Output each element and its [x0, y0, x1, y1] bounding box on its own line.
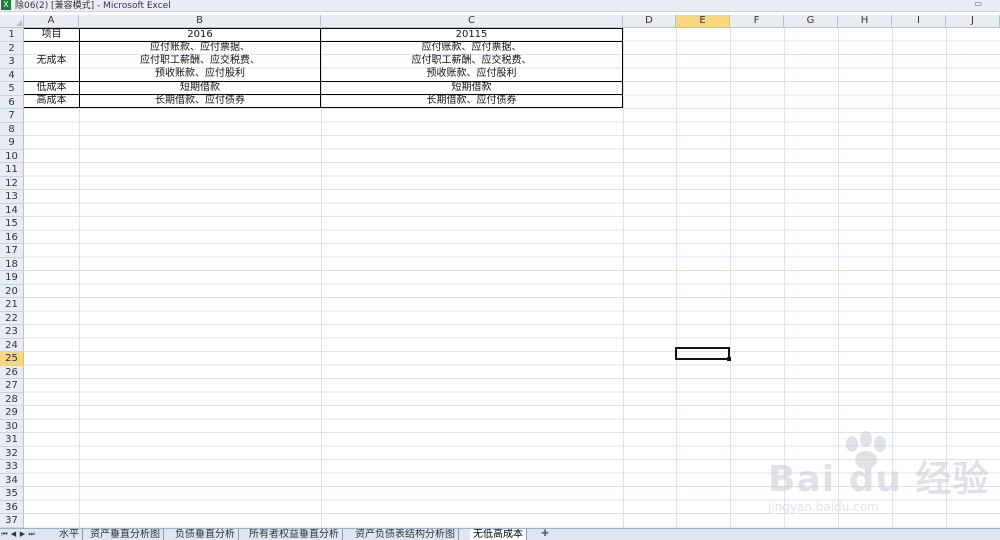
row-header-10[interactable]: 10: [0, 149, 24, 163]
sheet-tab-asset-vertical-chart[interactable]: 资产垂直分析图: [87, 529, 164, 540]
cell-c5[interactable]: 短期借款: [321, 81, 622, 94]
title-bar: X 除06(2) [兼容模式] - Microsoft Excel ▭: [0, 0, 1000, 12]
row-header-29[interactable]: 29: [0, 406, 24, 420]
window-title: 除06(2) [兼容模式] - Microsoft Excel: [15, 1, 171, 11]
cell-a5[interactable]: 低成本: [24, 81, 79, 94]
watermark-brand: Bai du 经验: [768, 459, 990, 500]
row-header-15[interactable]: 15: [0, 217, 24, 231]
column-header-a[interactable]: A: [24, 15, 79, 28]
table-border: [622, 28, 623, 108]
cell-c3[interactable]: 应付职工薪酬、应交税费、: [321, 54, 622, 67]
row-header-8[interactable]: 8: [0, 122, 24, 136]
row-header-16[interactable]: 16: [0, 230, 24, 244]
row-header-23[interactable]: 23: [0, 325, 24, 339]
column-header-d[interactable]: D: [623, 15, 676, 28]
cell-a6[interactable]: 高成本: [24, 94, 79, 107]
row-header-32[interactable]: 32: [0, 446, 24, 460]
cell-b5[interactable]: 短期借款: [80, 81, 320, 94]
cell-a1[interactable]: 项目: [24, 28, 79, 41]
sheet-tab-bar: ⏮ ◀ ▶ ⏭ 水平 资产垂直分析图 负债垂直分析 所有者权益垂直分析 资产负债…: [0, 528, 1000, 540]
row-header-18[interactable]: 18: [0, 257, 24, 271]
baidu-jingyan-watermark: Bai du 经验 jingyan.baidu.com: [768, 431, 989, 522]
cell-b2[interactable]: 应付账款、应付票据、: [80, 41, 320, 54]
cell-b6[interactable]: 长期借款、应付债券: [80, 94, 320, 107]
row-header-36[interactable]: 36: [0, 500, 24, 514]
row-header-1[interactable]: 1: [0, 28, 24, 42]
column-header-e[interactable]: E: [676, 15, 730, 28]
row-header-34[interactable]: 34: [0, 473, 24, 487]
cell-b1[interactable]: 2016: [80, 28, 320, 41]
cell-c4[interactable]: 预收账款、应付股利: [321, 67, 622, 80]
table-border: [24, 107, 623, 108]
cell-c6[interactable]: 长期借款、应付债券: [321, 94, 622, 107]
row-header-13[interactable]: 13: [0, 190, 24, 204]
sheet-tab-liability-vertical[interactable]: 负债垂直分析: [172, 529, 239, 540]
row-header-11[interactable]: 11: [0, 163, 24, 177]
restore-window-icon[interactable]: ▭: [974, 0, 982, 8]
row-header-25[interactable]: 25: [0, 352, 24, 366]
watermark-url: jingyan.baidu.com: [768, 500, 879, 514]
insert-sheet-icon[interactable]: ✚: [538, 529, 552, 540]
row-header-37[interactable]: 37: [0, 514, 24, 528]
row-header-24[interactable]: 24: [0, 338, 24, 352]
row-header-2[interactable]: 2: [0, 41, 24, 55]
column-header-c[interactable]: C: [321, 15, 623, 28]
row-header-26[interactable]: 26: [0, 365, 24, 379]
column-header-i[interactable]: I: [892, 15, 946, 28]
column-header-j[interactable]: J: [946, 15, 1000, 28]
row-header-9[interactable]: 9: [0, 136, 24, 150]
prev-sheet-icon[interactable]: ◀: [9, 529, 18, 540]
row-header-19[interactable]: 19: [0, 271, 24, 285]
sheet-tab-horizontal[interactable]: 水平: [56, 529, 83, 540]
sheet-tab-equity-vertical[interactable]: 所有者权益垂直分析: [246, 529, 343, 540]
row-header-33[interactable]: 33: [0, 460, 24, 474]
select-all-triangle-icon: [16, 20, 22, 26]
row-header-27[interactable]: 27: [0, 379, 24, 393]
row-header-12[interactable]: 12: [0, 176, 24, 190]
row-header-35[interactable]: 35: [0, 487, 24, 501]
column-header-f[interactable]: F: [730, 15, 784, 28]
next-sheet-icon[interactable]: ▶: [18, 529, 27, 540]
fill-handle[interactable]: [727, 357, 731, 361]
excel-app-icon[interactable]: X: [1, 0, 11, 10]
row-header-28[interactable]: 28: [0, 392, 24, 406]
row-header-20[interactable]: 20: [0, 284, 24, 298]
row-header-21[interactable]: 21: [0, 298, 24, 312]
cell-c1[interactable]: 20115: [321, 28, 622, 41]
column-header-g[interactable]: G: [784, 15, 838, 28]
column-header-h[interactable]: H: [838, 15, 892, 28]
active-cell-selection[interactable]: [675, 347, 731, 361]
row-header-3[interactable]: 3: [0, 55, 24, 69]
gridline: [676, 28, 677, 528]
row-header-4[interactable]: 4: [0, 68, 24, 82]
row-header-5[interactable]: 5: [0, 82, 24, 96]
cell-b4[interactable]: 预收账款、应付股利: [80, 67, 320, 80]
first-sheet-icon[interactable]: ⏮: [0, 529, 9, 540]
column-header-b[interactable]: B: [79, 15, 321, 28]
row-header-6[interactable]: 6: [0, 95, 24, 109]
row-header-7[interactable]: 7: [0, 109, 24, 123]
last-sheet-icon[interactable]: ⏭: [27, 529, 36, 540]
cell-a2-merged[interactable]: 无成本: [24, 54, 79, 67]
gridline: [730, 28, 731, 528]
cell-c2[interactable]: 应付账款、应付票据、: [321, 41, 622, 54]
row-header-31[interactable]: 31: [0, 433, 24, 447]
row-header-14[interactable]: 14: [0, 203, 24, 217]
gridline: [623, 28, 624, 528]
select-all-corner[interactable]: [0, 15, 24, 28]
cell-b3[interactable]: 应付职工薪酬、应交税费、: [80, 54, 320, 67]
sheet-tab-cost-levels[interactable]: 无低高成本: [470, 529, 527, 540]
sheet-tab-balance-structure-chart[interactable]: 资产负债表结构分析图: [352, 529, 459, 540]
row-header-30[interactable]: 30: [0, 419, 24, 433]
row-header-17[interactable]: 17: [0, 244, 24, 258]
row-header-22[interactable]: 22: [0, 311, 24, 325]
